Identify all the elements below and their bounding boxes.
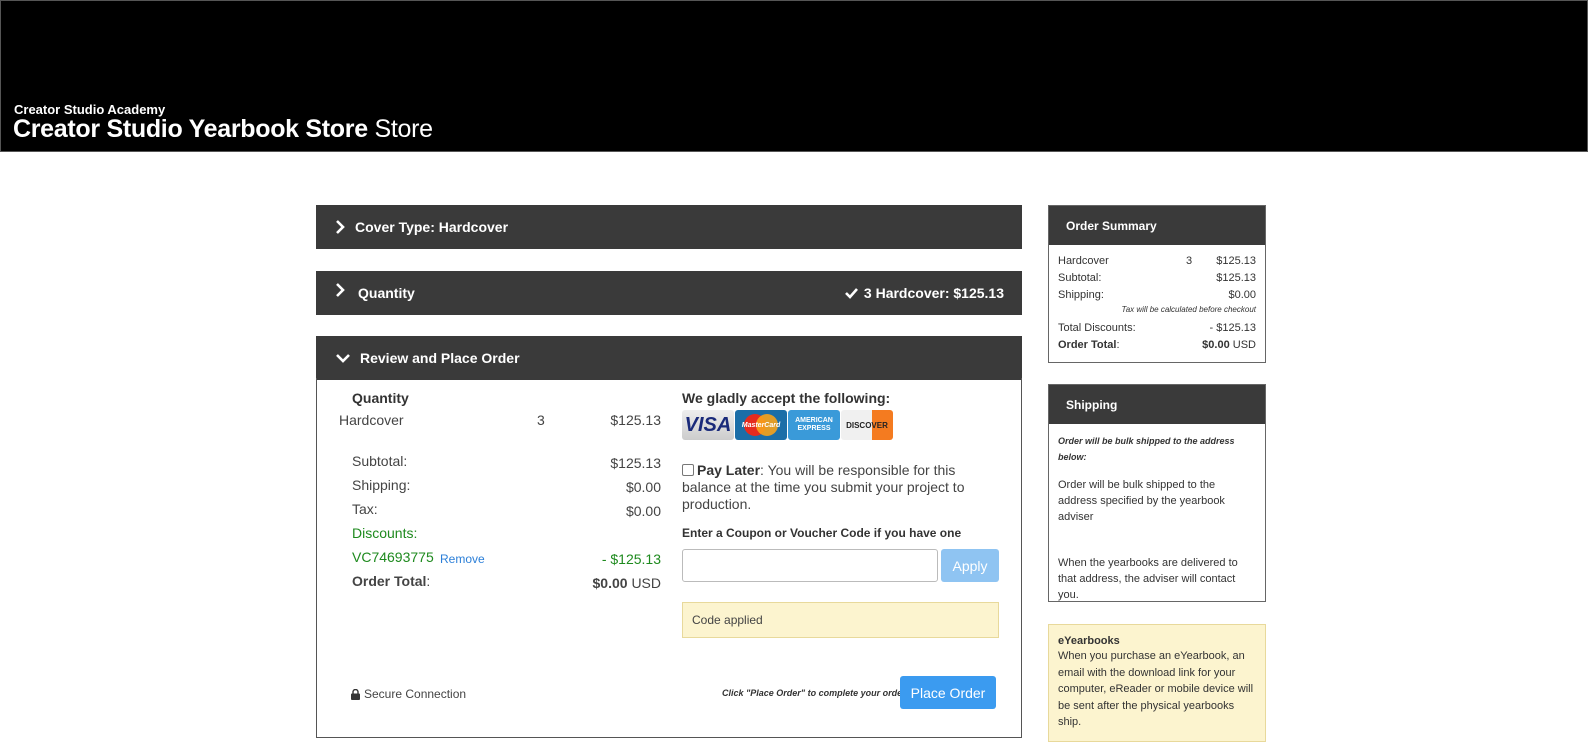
- summary-item-name: Hardcover: [1058, 255, 1109, 267]
- review-panel: Quantity Hardcover 3 $125.13 Subtotal: $…: [316, 378, 1022, 738]
- apply-coupon-button[interactable]: Apply: [941, 549, 999, 582]
- review-total-amount: $0.00: [592, 575, 628, 591]
- summary-item-qty: 3: [1186, 255, 1193, 267]
- summary-shipping-value: $0.00: [1228, 289, 1256, 301]
- pay-later-label: Pay Later: [697, 462, 761, 478]
- summary-total-label: Order Total:: [1058, 339, 1120, 351]
- summary-total-label-text: Order Total: [1058, 339, 1117, 351]
- lock-icon: [351, 688, 360, 700]
- amex-logo: AMERICAN EXPRESS: [788, 410, 840, 440]
- chevron-down-icon: [336, 354, 350, 363]
- review-subtotal-value: $125.13: [610, 455, 661, 471]
- section-cover-label: Cover Type: Hardcover: [355, 219, 509, 235]
- summary-discounts-value: - $125.13: [1209, 322, 1256, 334]
- quantity-summary-text: 3 Hardcover: $125.13: [863, 285, 1004, 301]
- review-subtotal-label: Subtotal:: [352, 453, 408, 469]
- section-quantity[interactable]: Quantity 3 Hardcover: $125.13: [316, 271, 1022, 315]
- review-total-currency: USD: [631, 575, 661, 591]
- coupon-status-notice: Code applied: [682, 602, 999, 638]
- review-total-colon: :: [426, 573, 431, 589]
- coupon-label: Enter a Coupon or Voucher Code if you ha…: [682, 526, 962, 540]
- shipping-body: Order will be bulk shipped to the addres…: [1049, 424, 1265, 612]
- review-tax-label: Tax:: [352, 501, 378, 517]
- accept-heading: We gladly accept the following:: [682, 390, 891, 406]
- place-order-hint: Click "Place Order" to complete your ord…: [722, 688, 908, 698]
- mastercard-logo-text: MasterCard: [741, 421, 781, 429]
- shipping-paragraph-1: Order will be bulk shipped to the addres…: [1058, 479, 1225, 523]
- coupon-input[interactable]: [682, 549, 938, 582]
- site-header: Creator Studio Academy Creator Studio Ye…: [0, 0, 1588, 152]
- shipping-panel: Shipping Order will be bulk shipped to t…: [1048, 384, 1266, 602]
- review-discounts-label: Discounts:: [352, 525, 418, 541]
- review-item-price: $125.13: [610, 412, 661, 428]
- voucher-code: VC74693775: [352, 549, 434, 565]
- review-tax-value: $0.00: [625, 503, 661, 519]
- review-total-label: Order Total:: [352, 573, 430, 589]
- shipping-title: Shipping: [1049, 385, 1265, 424]
- pay-later-checkbox[interactable]: [682, 464, 694, 476]
- section-cover-type[interactable]: Cover Type: Hardcover: [316, 205, 1022, 249]
- discover-logo: DISCOVER: [841, 410, 893, 440]
- summary-shipping-label: Shipping:: [1058, 289, 1104, 301]
- secure-connection-label: Secure Connection: [364, 687, 467, 701]
- quantity-summary: 3 Hardcover: $125.13: [844, 285, 1004, 301]
- mastercard-logo: MasterCard: [735, 410, 787, 440]
- chevron-right-icon: [336, 283, 345, 297]
- summary-total-amount: $0.00: [1202, 339, 1230, 351]
- review-total-label-text: Order Total: [352, 573, 427, 589]
- remove-voucher-link[interactable]: Remove: [440, 552, 485, 566]
- review-shipping-value: $0.00: [625, 479, 661, 495]
- review-shipping-label: Shipping:: [352, 477, 411, 493]
- pay-later-option: Pay Later: You will be responsible for t…: [682, 462, 982, 513]
- section-quantity-label: Quantity: [358, 285, 415, 301]
- summary-discounts-label: Total Discounts:: [1058, 322, 1136, 334]
- review-item-name: Hardcover: [339, 412, 404, 428]
- place-order-button[interactable]: Place Order: [900, 676, 996, 709]
- review-quantity-heading: Quantity: [352, 390, 409, 406]
- section-review[interactable]: Review and Place Order: [316, 336, 1022, 380]
- review-total-value: $0.00 USD: [593, 575, 662, 591]
- summary-tax-note: Tax will be calculated before checkout: [1121, 305, 1256, 314]
- store-name: Creator Studio Yearbook Store: [13, 115, 368, 143]
- summary-total-value: $0.00 USD: [1202, 339, 1256, 351]
- eyearbooks-title: eYearbooks: [1058, 635, 1120, 647]
- card-logos: VISA MasterCard AMERICAN EXPRESS DISCOVE…: [682, 410, 893, 440]
- shipping-note: Order will be bulk shipped to the addres…: [1058, 436, 1235, 462]
- review-item-qty: 3: [537, 412, 545, 428]
- secure-connection: Secure Connection: [351, 687, 466, 701]
- section-review-label: Review and Place Order: [360, 350, 520, 366]
- order-summary-panel: Order Summary Hardcover 3 $125.13 Subtot…: [1048, 205, 1266, 363]
- summary-item-price: $125.13: [1216, 255, 1256, 267]
- store-suffix: Store: [374, 115, 433, 143]
- summary-subtotal-value: $125.13: [1216, 272, 1256, 284]
- chevron-right-icon: [336, 220, 345, 234]
- eyearbooks-text: When you purchase an eYearbook, an email…: [1058, 650, 1254, 728]
- store-title: Creator Studio Yearbook Store Store: [13, 115, 433, 144]
- order-summary-title: Order Summary: [1049, 206, 1265, 245]
- summary-total-colon: :: [1116, 339, 1120, 351]
- summary-total-currency: USD: [1232, 339, 1256, 351]
- voucher-amount: - $125.13: [601, 551, 661, 567]
- shipping-paragraph-2: When the yearbooks are delivered to that…: [1058, 557, 1238, 601]
- checkmark-icon: [844, 288, 858, 299]
- visa-logo: VISA: [682, 410, 734, 440]
- summary-subtotal-label: Subtotal:: [1058, 272, 1102, 284]
- eyearbooks-info: eYearbooks When you purchase an eYearboo…: [1048, 624, 1266, 742]
